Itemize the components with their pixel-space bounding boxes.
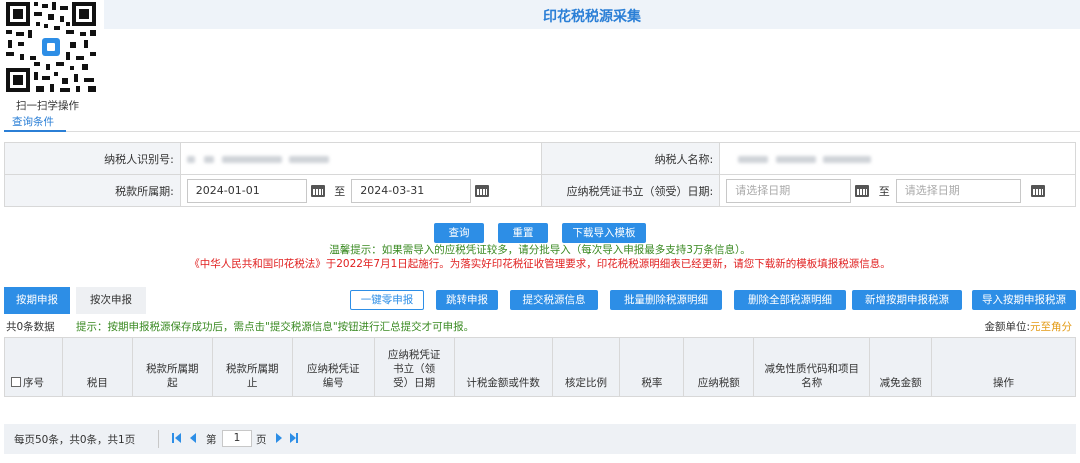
taxpayer-name-value	[719, 142, 1076, 175]
tab-query-conditions[interactable]: 查询条件	[12, 114, 54, 129]
taxpayer-name-label: 纳税人名称:	[541, 142, 721, 175]
tab-underline	[4, 130, 66, 132]
import-periodic-source-button[interactable]: 导入按期申报税源	[972, 290, 1076, 310]
record-count: 共0条数据	[6, 321, 55, 333]
column-header-assessed-ratio: 核定比例	[551, 337, 621, 397]
column-header-actions: 操作	[931, 337, 1076, 397]
period-end-input[interactable]: 2024-03-31	[351, 178, 472, 203]
qr-caption: 扫一扫学操作	[16, 100, 79, 112]
taxpayer-id-value	[179, 142, 543, 175]
column-header-tax-rate: 税率	[619, 337, 685, 397]
column-header-index: 序号	[4, 337, 63, 397]
import-hint: 温馨提示：如果需导入的应税凭证较多，请分批导入（每次导入申报最多支持3万条信息）…	[329, 244, 751, 256]
batch-delete-button[interactable]: 批量删除税源明细	[610, 290, 722, 310]
column-header-period-end: 税款所属期止	[211, 337, 293, 397]
delete-all-button[interactable]: 删除全部税源明细	[734, 290, 846, 310]
page-title: 印花税税源采集	[543, 9, 641, 25]
page-suffix: 页	[256, 434, 267, 446]
zero-declare-button[interactable]: 一键零申报	[350, 290, 424, 310]
taxpayer-id-label: 纳税人识别号:	[4, 142, 181, 175]
period-label: 税款所属期:	[4, 174, 181, 207]
tab-per-time-declare[interactable]: 按次申报	[76, 287, 146, 314]
submit-source-button[interactable]: 提交税源信息	[510, 290, 598, 310]
column-header-exemption-code: 减免性质代码和项目名称	[753, 337, 871, 397]
column-header-period-start: 税款所属期起	[131, 337, 213, 397]
calendar-icon[interactable]	[310, 184, 325, 197]
divider	[4, 131, 1080, 132]
pagination: 每页50条，共0条，共1页 第 1 页	[4, 424, 1076, 454]
add-periodic-source-button[interactable]: 新增按期申报税源	[852, 290, 962, 310]
submit-tip: 提示：按期申报税源保存成功后，需点击"提交税源信息"按钮进行汇总提交才可申报。	[76, 321, 475, 333]
range-separator: 至	[334, 184, 346, 198]
download-template-button[interactable]: 下载导入模板	[562, 223, 646, 243]
page-prefix: 第	[206, 434, 217, 446]
range-separator: 至	[878, 184, 890, 198]
voucher-date-end-input[interactable]: 请选择日期	[895, 178, 1021, 203]
redirect-declare-button[interactable]: 跳转申报	[436, 290, 498, 310]
tab-periodic-declare[interactable]: 按期申报	[4, 287, 70, 314]
column-header-voucher-number: 应纳税凭证编号	[291, 337, 375, 397]
pagination-info: 每页50条，共0条，共1页	[14, 434, 136, 446]
voucher-date-range: 请选择日期 至请选择日期	[719, 174, 1076, 207]
amount-unit: 金额单位:元至角分	[984, 319, 1072, 334]
column-header-tax-payable: 应纳税额	[683, 337, 755, 397]
voucher-date-start-input[interactable]: 请选择日期	[726, 178, 852, 203]
reset-button[interactable]: 重置	[498, 223, 548, 243]
qr-code-icon	[4, 0, 98, 94]
voucher-date-label: 应纳税凭证书立（领受）日期:	[541, 174, 721, 207]
column-header-exemption-amount: 减免金额	[869, 337, 933, 397]
divider	[158, 430, 159, 448]
amount-unit-value: 元至角分	[1030, 321, 1072, 333]
calendar-icon[interactable]	[855, 184, 870, 197]
select-all-checkbox[interactable]	[11, 377, 21, 387]
column-header-taxable-amount: 计税金额或件数	[453, 337, 553, 397]
title-bar: 印花税税源采集	[104, 0, 1080, 29]
amount-unit-label: 金额单位:	[984, 321, 1030, 333]
query-button[interactable]: 查询	[434, 223, 484, 243]
period-start-input[interactable]: 2024-01-01	[186, 178, 307, 203]
query-form: 纳税人识别号: 纳税人名称: 税款所属期: 2024-01-01 至 2024-0…	[4, 142, 1076, 207]
column-header-voucher-date: 应纳税凭证书立（领受）日期	[373, 337, 455, 397]
period-range: 2024-01-01 至 2024-03-31	[179, 174, 543, 207]
tax-source-table: 序号 税目 税款所属期起 税款所属期止 应纳税凭证编号 应纳税凭证书立（领受）日…	[4, 337, 1076, 397]
calendar-icon[interactable]	[1030, 184, 1045, 197]
law-notice: 《中华人民共和国印花税法》于2022年7月1日起施行。为落实好印花税征收管理要求…	[189, 258, 891, 270]
page-number-input[interactable]: 1	[222, 430, 252, 447]
calendar-icon[interactable]	[475, 184, 490, 197]
column-header-tax-item: 税目	[61, 337, 133, 397]
